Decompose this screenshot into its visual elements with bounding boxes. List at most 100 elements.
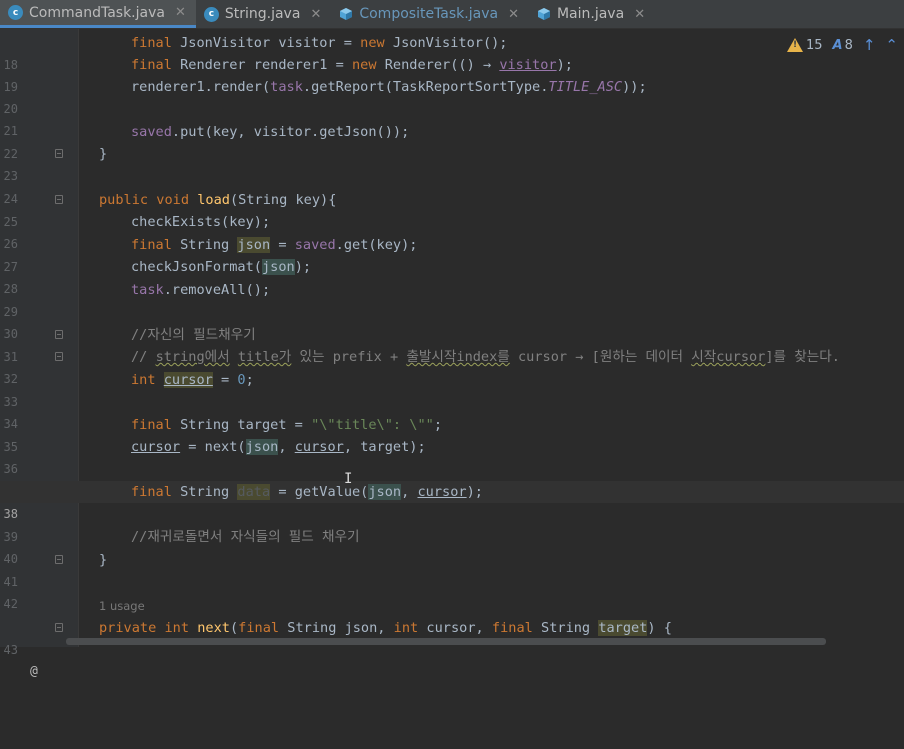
keyword: new — [360, 35, 385, 51]
code-text: String — [171, 237, 238, 253]
code-line: 22 saved.put(key, visitor.getJson()); — [0, 121, 904, 161]
keyword: private — [99, 620, 157, 636]
variable-highlight: json — [368, 484, 402, 500]
code-text: ); — [556, 57, 573, 73]
code-text: = — [270, 237, 295, 253]
code-text: JsonVisitor visitor = — [171, 35, 361, 51]
code-text: renderer1.render( — [131, 79, 271, 95]
close-icon[interactable]: ✕ — [634, 7, 645, 22]
tab-main[interactable]: Main.java ✕ — [529, 0, 655, 28]
comment — [230, 349, 238, 365]
code-line: 26 checkExists(key); — [0, 211, 904, 251]
code-text: ) { — [647, 620, 672, 636]
method-name: next — [197, 620, 230, 636]
code-text: .getReport(TaskReportSortType. — [302, 79, 549, 95]
string-literal: "\"title\": \"" — [311, 417, 434, 433]
code-text: )); — [622, 79, 647, 95]
code-line: 19 final Renderer renderer1 = new Render… — [0, 54, 904, 94]
code-line: 28 checkJsonFormat(json); — [0, 256, 904, 296]
fold-icon[interactable] — [55, 330, 63, 339]
code-line: 30 — [0, 301, 904, 341]
code-text: , target); — [343, 439, 426, 455]
tab-label: CommandTask.java — [29, 4, 165, 21]
mouse-text-cursor-icon: I — [344, 471, 353, 487]
tab-compositetask[interactable]: CompositeTask.java ✕ — [331, 0, 529, 28]
keyword: public — [99, 192, 149, 208]
close-icon[interactable]: ✕ — [508, 7, 519, 22]
code-text: cursor, — [418, 620, 492, 636]
comment-typo: title가 — [237, 349, 292, 365]
code-text: ); — [466, 484, 483, 500]
keyword: final — [238, 620, 280, 636]
code-line: 24 — [0, 166, 904, 206]
code-text: JsonVisitor(); — [384, 35, 508, 51]
usage-hint[interactable]: 1 usage — [99, 595, 145, 617]
cube-icon — [340, 8, 353, 20]
code-text: , — [278, 439, 295, 455]
code-text: ; — [433, 417, 443, 433]
comment: cursor → [원하는 데이터 — [509, 349, 692, 365]
field-ref: task — [270, 79, 303, 95]
keyword: final — [131, 57, 172, 73]
tab-label: Main.java — [556, 6, 625, 22]
fold-icon[interactable] — [55, 352, 63, 361]
keyword: int — [164, 620, 190, 636]
code-text: , — [401, 484, 418, 500]
code-text: ( — [229, 620, 239, 636]
code-line: 36 cursor = next(json, cursor, target); — [0, 436, 904, 476]
comment: //자신의 필드채우기 — [131, 327, 256, 343]
class-lock-icon: c — [203, 6, 219, 22]
tab-string[interactable]: c String.java ✕ — [196, 0, 331, 28]
comment: // — [131, 349, 156, 365]
code-editor[interactable]: 15 A 8 ↑ ⌃ 18 final JsonVisitor visitor … — [0, 29, 904, 679]
fold-icon[interactable] — [55, 195, 63, 204]
horizontal-scrollbar[interactable] — [66, 638, 826, 645]
variable-highlight: target — [598, 620, 648, 636]
cube-icon — [537, 8, 550, 20]
code-line: 23 } — [0, 143, 904, 183]
fold-icon[interactable] — [55, 555, 63, 564]
comment-typo: string에서 — [155, 349, 230, 365]
keyword: int — [393, 620, 419, 636]
comment: 있는 prefix + — [291, 349, 407, 365]
code-text: checkExists(key); — [131, 214, 271, 230]
variable-ref: cursor — [294, 439, 344, 455]
keyword: final — [131, 484, 172, 500]
close-icon[interactable]: ✕ — [310, 7, 321, 22]
fold-icon[interactable] — [55, 149, 63, 158]
code-line: 43 @ private int next(final String json,… — [0, 617, 904, 679]
tab-label: CompositeTask.java — [359, 6, 499, 22]
tab-commandtask[interactable]: c CommandTask.java ✕ — [0, 0, 196, 28]
code-text: ; — [245, 372, 254, 388]
variable-ref: cursor — [131, 439, 181, 455]
code-line: 18 final JsonVisitor visitor = new JsonV… — [0, 32, 904, 72]
override-marker-icon[interactable]: @ — [30, 661, 38, 683]
code-line: 42 — [0, 571, 904, 611]
line-number: 43 — [3, 643, 18, 657]
code-text: .put(key, visitor.getJson()); — [171, 124, 410, 140]
unused-variable: data — [237, 484, 271, 500]
code-text: Renderer(() → — [376, 57, 500, 73]
close-icon[interactable]: ✕ — [175, 5, 186, 20]
current-code-line: 38 final String data = getValue(json, cu… — [0, 481, 904, 521]
keyword: new — [351, 57, 377, 73]
code-text: .get(key); — [335, 237, 418, 253]
fold-icon[interactable] — [55, 623, 63, 632]
code-text: } — [99, 552, 108, 568]
code-text: = getValue( — [270, 484, 369, 500]
code-line: 31 //자신의 필드채우기 — [0, 324, 904, 364]
code-text: checkJsonFormat( — [131, 259, 262, 275]
code-text: Renderer renderer1 = — [171, 57, 352, 73]
keyword: final — [131, 237, 172, 253]
code-text: String — [171, 484, 238, 500]
variable-ref: cursor — [417, 484, 467, 500]
keyword: int — [131, 372, 156, 388]
variable-highlight: json — [261, 259, 295, 275]
comment: //재귀로돌면서 자식들의 필드 채우기 — [131, 529, 360, 545]
code-text: .removeAll(); — [163, 282, 271, 298]
code-line: 40 //재귀로돌면서 자식들의 필드 채우기 — [0, 526, 904, 566]
keyword: final — [131, 35, 172, 51]
comment-typo: 출발시작index를 — [406, 349, 510, 365]
variable-highlight: json — [245, 439, 279, 455]
